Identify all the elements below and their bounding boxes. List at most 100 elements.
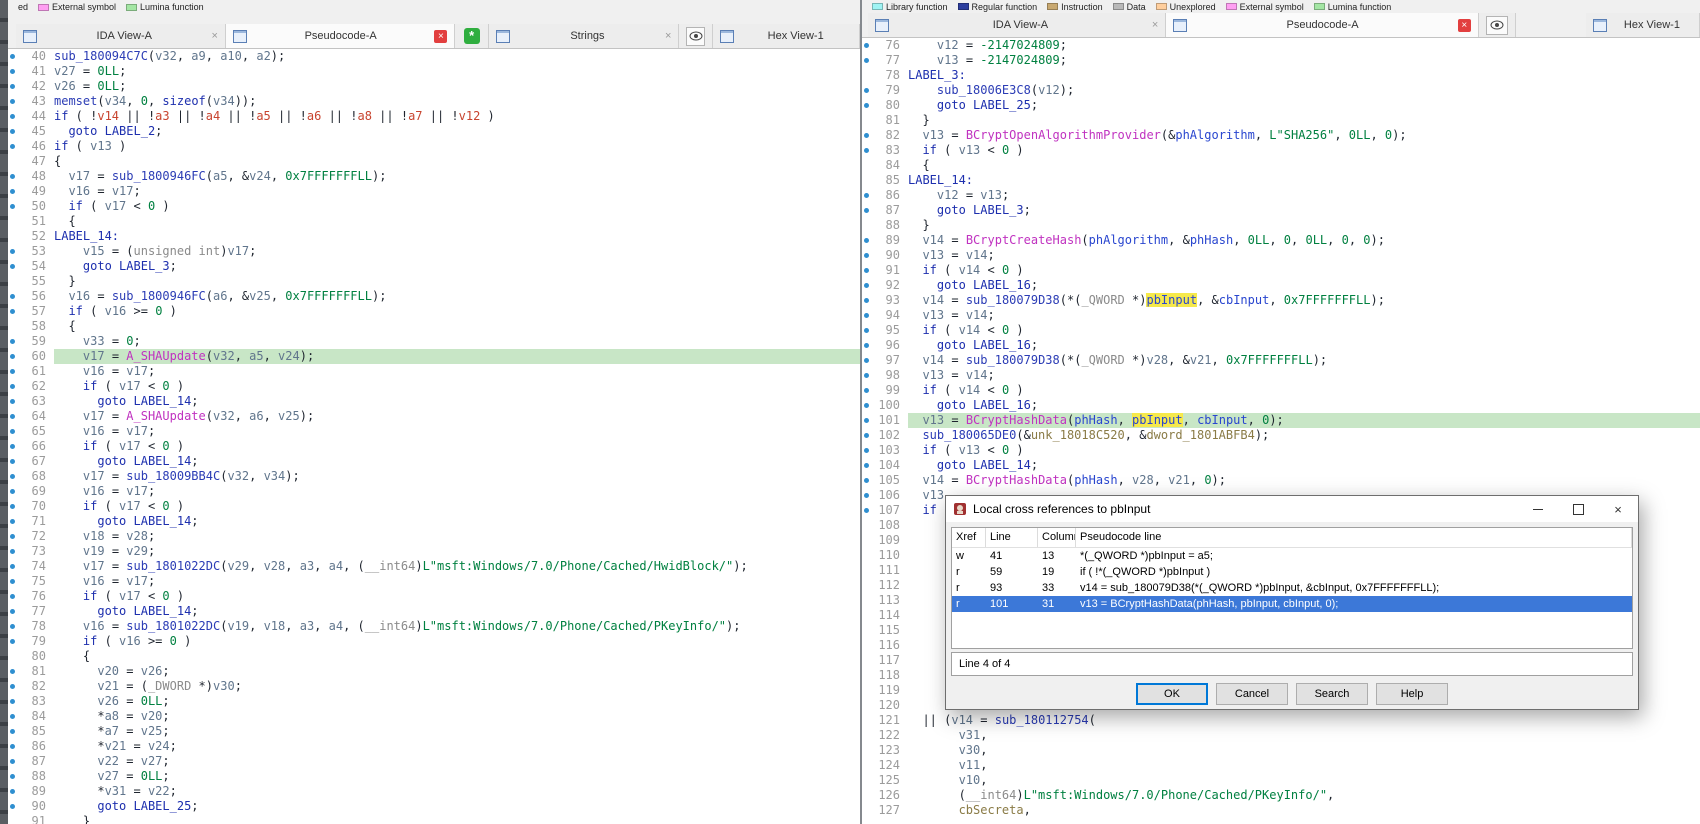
code-line[interactable]: 73 v19 = v29; (8, 544, 860, 559)
code-line[interactable]: 64 v17 = A_SHAUpdate(v32, a6, v25); (8, 409, 860, 424)
code-line[interactable]: 46if ( v13 ) (8, 139, 860, 154)
code-line[interactable]: 48 v17 = sub_1800946FC(a5, &v24, 0x7FFFF… (8, 169, 860, 184)
xref-column-header[interactable]: Pseudocode line (1076, 528, 1632, 547)
code-line[interactable]: 96 goto LABEL_16; (862, 338, 1700, 353)
code-line[interactable]: 93 v14 = sub_180079D38(*(_QWORD *)pbInpu… (862, 293, 1700, 308)
code-line[interactable]: 82 v21 = (_DWORD *)v30; (8, 679, 860, 694)
code-line[interactable]: 83 if ( v13 < 0 ) (862, 143, 1700, 158)
code-line[interactable]: 77 goto LABEL_14; (8, 604, 860, 619)
tab-ida-view-a[interactable]: IDA View-A × (16, 24, 226, 48)
code-line[interactable]: 83 v26 = 0LL; (8, 694, 860, 709)
xref-row[interactable]: r5919if ( !*(_QWORD *)pbInput ) (952, 564, 1632, 580)
code-line[interactable]: 102 sub_180065DE0(&unk_18018C520, &dword… (862, 428, 1700, 443)
code-line[interactable]: 40sub_180094C7C(v32, a9, a10, a2); (8, 49, 860, 64)
code-line[interactable]: 91 if ( v14 < 0 ) (862, 263, 1700, 278)
dock-splitter[interactable] (0, 0, 8, 824)
code-line[interactable]: 122 v31, (862, 728, 1700, 743)
code-line[interactable]: 41v27 = 0LL; (8, 64, 860, 79)
code-line[interactable]: 126 (__int64)L"msft:Windows/7.0/Phone/Ca… (862, 788, 1700, 803)
code-line[interactable]: 75 v16 = v17; (8, 574, 860, 589)
code-line[interactable]: 127 cbSecreta, (862, 803, 1700, 818)
code-line[interactable]: 124 v11, (862, 758, 1700, 773)
code-line[interactable]: 90 v13 = v14; (862, 248, 1700, 263)
code-line[interactable]: 91 } (8, 814, 860, 824)
code-line[interactable]: 79 sub_18006E3C8(v12); (862, 83, 1700, 98)
code-line[interactable]: 68 v17 = sub_18009BB4C(v32, v34); (8, 469, 860, 484)
tab-lumina-view[interactable]: * (455, 24, 489, 48)
code-line[interactable]: 62 if ( v17 < 0 ) (8, 379, 860, 394)
code-line[interactable]: 95 if ( v14 < 0 ) (862, 323, 1700, 338)
close-icon[interactable]: × (1152, 20, 1158, 31)
code-line[interactable]: 85 *a7 = v25; (8, 724, 860, 739)
close-icon[interactable]: × (434, 30, 447, 43)
code-line[interactable]: 77 v13 = -2147024809; (862, 53, 1700, 68)
code-line[interactable]: 52LABEL_14: (8, 229, 860, 244)
xref-column-header[interactable]: Xref (952, 528, 986, 547)
close-icon[interactable]: × (1598, 496, 1638, 522)
xref-row[interactable]: r9333v14 = sub_180079D38(*(_QWORD *)pbIn… (952, 580, 1632, 596)
code-line[interactable]: 59 v33 = 0; (8, 334, 860, 349)
code-line[interactable]: 105 v14 = BCryptHashData(phHash, v28, v2… (862, 473, 1700, 488)
code-line[interactable]: 84 *a8 = v20; (8, 709, 860, 724)
code-line[interactable]: 92 goto LABEL_16; (862, 278, 1700, 293)
code-line[interactable]: 104 goto LABEL_14; (862, 458, 1700, 473)
tab-strings[interactable]: Strings × (489, 24, 679, 48)
tab-pseudocode-a[interactable]: Pseudocode-A × (226, 24, 455, 48)
code-line[interactable]: 61 v16 = v17; (8, 364, 860, 379)
code-line[interactable]: 87 goto LABEL_3; (862, 203, 1700, 218)
code-line[interactable]: 80 goto LABEL_25; (862, 98, 1700, 113)
code-line[interactable]: 60 v17 = A_SHAUpdate(v32, a5, v24); (8, 349, 860, 364)
code-line[interactable]: 78 v16 = sub_1801022DC(v19, v18, a3, a4,… (8, 619, 860, 634)
code-line[interactable]: 89 v14 = BCryptCreateHash(phAlgorithm, &… (862, 233, 1700, 248)
code-line[interactable]: 76 if ( v17 < 0 ) (8, 589, 860, 604)
search-button[interactable]: Search (1296, 683, 1368, 705)
code-line[interactable]: 85LABEL_14: (862, 173, 1700, 188)
tab-pseudocode-a[interactable]: Pseudocode-A × (1166, 13, 1479, 37)
code-line[interactable]: 43memset(v34, 0, sizeof(v34)); (8, 94, 860, 109)
code-line[interactable]: 76 v12 = -2147024809; (862, 38, 1700, 53)
code-line[interactable]: 80 { (8, 649, 860, 664)
tab-ida-view-a[interactable]: IDA View-A × (868, 13, 1166, 37)
code-line[interactable]: 100 goto LABEL_16; (862, 398, 1700, 413)
xref-column-header[interactable]: Line (986, 528, 1038, 547)
code-line[interactable]: 88 } (862, 218, 1700, 233)
xref-row[interactable]: r10131v13 = BCryptHashData(phHash, pbInp… (952, 596, 1632, 612)
code-line[interactable]: 63 goto LABEL_14; (8, 394, 860, 409)
code-line[interactable]: 49 v16 = v17; (8, 184, 860, 199)
code-line[interactable]: 103 if ( v13 < 0 ) (862, 443, 1700, 458)
code-line[interactable]: 79 if ( v16 >= 0 ) (8, 634, 860, 649)
code-line[interactable]: 89 *v31 = v22; (8, 784, 860, 799)
code-line[interactable]: 72 v18 = v28; (8, 529, 860, 544)
code-line[interactable]: 50 if ( v17 < 0 ) (8, 199, 860, 214)
tab-quick-view[interactable] (1479, 13, 1516, 37)
code-line[interactable]: 66 if ( v17 < 0 ) (8, 439, 860, 454)
ok-button[interactable]: OK (1136, 683, 1208, 705)
help-button[interactable]: Help (1376, 683, 1448, 705)
code-line[interactable]: 67 goto LABEL_14; (8, 454, 860, 469)
xref-row[interactable]: w4113*(_QWORD *)pbInput = a5; (952, 548, 1632, 564)
code-line[interactable]: 97 v14 = sub_180079D38(*(_QWORD *)v28, &… (862, 353, 1700, 368)
code-line[interactable]: 81 } (862, 113, 1700, 128)
code-line[interactable]: 65 v16 = v17; (8, 424, 860, 439)
code-line[interactable]: 45 goto LABEL_2; (8, 124, 860, 139)
close-icon[interactable]: × (212, 31, 218, 42)
code-line[interactable]: 98 v13 = v14; (862, 368, 1700, 383)
code-line[interactable]: 123 v30, (862, 743, 1700, 758)
code-line[interactable]: 74 v17 = sub_1801022DC(v29, v28, a3, a4,… (8, 559, 860, 574)
code-line[interactable]: 47{ (8, 154, 860, 169)
code-line[interactable]: 69 v16 = v17; (8, 484, 860, 499)
maximize-icon[interactable] (1558, 496, 1598, 522)
code-line[interactable]: 55 } (8, 274, 860, 289)
code-line[interactable]: 58 { (8, 319, 860, 334)
code-line[interactable]: 125 v10, (862, 773, 1700, 788)
code-line[interactable]: 101 v13 = BCryptHashData(phHash, pbInput… (862, 413, 1700, 428)
close-icon[interactable]: × (665, 31, 671, 42)
code-line[interactable]: 84 { (862, 158, 1700, 173)
tab-hex-view-1[interactable]: Hex View-1 (1586, 13, 1700, 37)
cancel-button[interactable]: Cancel (1216, 683, 1288, 705)
code-line[interactable]: 88 v27 = 0LL; (8, 769, 860, 784)
dialog-title-bar[interactable]: Local cross references to pbInput × (946, 496, 1638, 522)
code-line[interactable]: 87 v22 = v27; (8, 754, 860, 769)
code-line[interactable]: 99 if ( v14 < 0 ) (862, 383, 1700, 398)
code-line[interactable]: 90 goto LABEL_25; (8, 799, 860, 814)
